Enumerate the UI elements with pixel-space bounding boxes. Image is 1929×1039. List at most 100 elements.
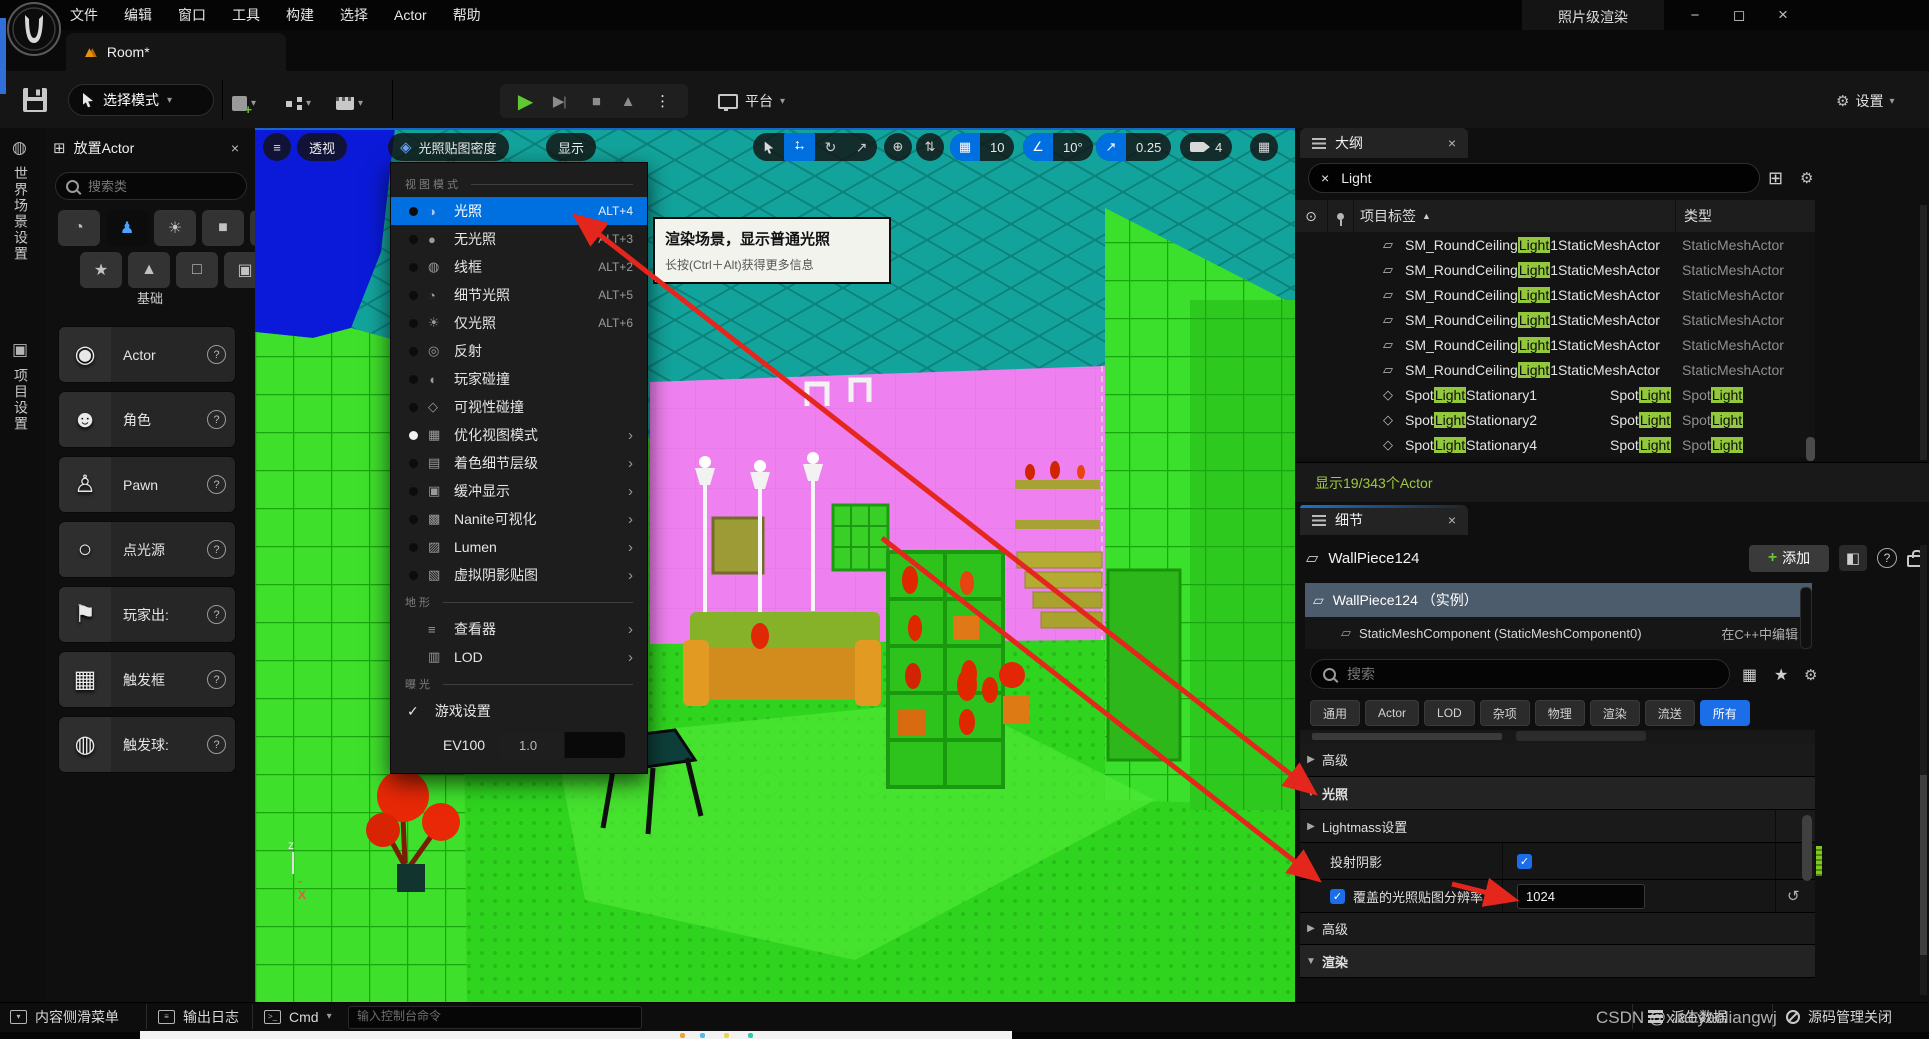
view-mode-menu-item[interactable]: ▩ Nanite可视化 ›: [391, 505, 647, 533]
perspective-dropdown[interactable]: 透视: [297, 133, 347, 161]
place-actor-item[interactable]: ◉ Actor ?: [58, 326, 236, 383]
view-mode-dropdown[interactable]: ◈ 光照贴图密度: [388, 133, 509, 161]
lightmap-resolution-input[interactable]: [1517, 884, 1645, 909]
outliner-row[interactable]: ◇ SpotLightStationary4 SpotLight SpotLig…: [1295, 432, 1815, 457]
viewport-options-menu-button[interactable]: ≡: [263, 133, 291, 161]
place-actor-item[interactable]: ☻ 角色 ?: [58, 391, 236, 448]
view-mode-menu-item[interactable]: ● 无光照 ALT+3: [391, 225, 647, 253]
outliner-row[interactable]: ◇ SpotLightStationary1 SpotLight SpotLig…: [1295, 382, 1815, 407]
place-actor-item[interactable]: ○ 点光源 ?: [58, 521, 236, 578]
outliner-scrollbar-track[interactable]: [1920, 205, 1927, 460]
window-minimize-button[interactable]: −: [1678, 2, 1712, 28]
component-row[interactable]: ▱ StaticMeshComponent (StaticMeshCompone…: [1305, 617, 1812, 649]
project-settings-vertical-tab[interactable]: 项目设置: [11, 368, 31, 432]
details-filter-chip[interactable]: Actor: [1365, 700, 1419, 726]
place-category-button[interactable]: ◔: [58, 210, 100, 246]
new-folder-icon[interactable]: ⊞: [1768, 168, 1783, 189]
place-actor-item[interactable]: ⚑ 玩家出: ?: [58, 586, 236, 643]
project-settings-icon[interactable]: ▣: [12, 340, 28, 360]
details-filter-chip[interactable]: 所有: [1700, 700, 1750, 726]
surface-snapping-button[interactable]: ⇅: [916, 133, 944, 161]
console-command-field[interactable]: [348, 1006, 642, 1029]
details-filter-chip[interactable]: 渲染: [1590, 700, 1640, 726]
help-icon[interactable]: ?: [207, 670, 226, 689]
move-tool-button[interactable]: ↔↔: [784, 133, 815, 161]
component-list-scrollbar[interactable]: [1800, 587, 1812, 649]
help-icon[interactable]: ?: [207, 605, 226, 624]
lighting-section-header[interactable]: ▼ 光照: [1300, 777, 1815, 810]
place-category-button[interactable]: ▲: [128, 252, 170, 288]
view-mode-menu-item[interactable]: ▧ 虚拟阴影贴图 ›: [391, 561, 647, 589]
select-tool-button[interactable]: [753, 133, 784, 161]
scale-tool-button[interactable]: ↗: [846, 133, 877, 161]
unreal-logo-icon[interactable]: [6, 1, 62, 57]
item-label-column-header[interactable]: 项目标签▲: [1354, 206, 1675, 226]
menu-item[interactable]: 编辑: [124, 5, 152, 25]
console-input[interactable]: [349, 1007, 635, 1025]
outliner-settings-gear-icon[interactable]: ⚙: [1800, 169, 1813, 187]
menu-item[interactable]: 工具: [232, 5, 260, 25]
outliner-row[interactable]: ▱ SM_RoundCeilingLight1StaticMeshActor S…: [1295, 232, 1815, 257]
details-settings-gear-icon[interactable]: ⚙: [1804, 666, 1817, 684]
view-mode-menu-item[interactable]: ≡ 查看器 ›: [391, 615, 647, 643]
save-button[interactable]: [20, 86, 50, 114]
window-close-button[interactable]: ×: [1766, 2, 1800, 28]
camera-speed-control[interactable]: 4: [1180, 133, 1232, 161]
game-settings-menu-item[interactable]: ✓ 游戏设置: [391, 697, 647, 725]
details-filter-chip[interactable]: 流送: [1645, 700, 1695, 726]
eject-button[interactable]: ▲: [621, 93, 636, 110]
type-column-header[interactable]: 类型: [1675, 200, 1815, 232]
details-tab[interactable]: 细节 ×: [1300, 505, 1468, 535]
details-scrollbar-track[interactable]: [1920, 545, 1927, 995]
outliner-tab[interactable]: 大纲 ×: [1300, 128, 1468, 158]
view-mode-menu-item[interactable]: ◎ 反射: [391, 337, 647, 365]
photoreal-render-button[interactable]: 照片级渲染: [1522, 0, 1664, 34]
outliner-row[interactable]: ▱ SM_RoundCeilingLight1StaticMeshActor S…: [1295, 257, 1815, 282]
menu-item[interactable]: 文件: [70, 5, 98, 25]
view-mode-menu-item[interactable]: ◖ 玩家碰撞: [391, 365, 647, 393]
display-filter-grid-icon[interactable]: ▦: [1742, 665, 1757, 685]
details-search-field[interactable]: [1310, 659, 1730, 689]
play-button[interactable]: ▶: [518, 89, 533, 114]
cinematics-button[interactable]: ▾: [336, 88, 363, 118]
details-filter-chip[interactable]: 通用: [1310, 700, 1360, 726]
outliner-row[interactable]: ▱ SM_RoundCeilingLight1StaticMeshActor S…: [1295, 282, 1815, 307]
place-search-field[interactable]: [55, 172, 247, 200]
menu-item[interactable]: Actor: [394, 7, 427, 23]
visibility-eye-icon[interactable]: ⊙: [1295, 200, 1328, 232]
viewport-layout-button[interactable]: ▦: [1250, 133, 1278, 161]
place-category-button[interactable]: ☀: [154, 210, 196, 246]
view-mode-menu-item[interactable]: ☀ 仅光照 ALT+6: [391, 309, 647, 337]
stop-button[interactable]: ■: [592, 93, 601, 110]
help-icon[interactable]: ?: [207, 345, 226, 364]
menu-item[interactable]: 构建: [286, 5, 314, 25]
select-mode-dropdown[interactable]: 选择模式 ▾: [68, 84, 214, 116]
close-icon[interactable]: ×: [1448, 512, 1456, 528]
platforms-dropdown[interactable]: 平台▾: [718, 86, 785, 116]
rotation-snap-control[interactable]: ∠ 10°: [1023, 133, 1093, 161]
menu-item[interactable]: 窗口: [178, 5, 206, 25]
outliner-search-field[interactable]: ×: [1308, 163, 1760, 193]
search-input[interactable]: [86, 178, 210, 195]
checkbox-checked[interactable]: ✓: [1517, 854, 1532, 869]
play-options-kebab-icon[interactable]: ⋮: [655, 92, 670, 110]
blueprints-button[interactable]: ▾: [286, 88, 311, 118]
add-actor-button[interactable]: ▾: [232, 88, 256, 118]
rendering-section-header[interactable]: ▼ 渲染: [1300, 945, 1815, 978]
place-actor-item[interactable]: ♙ Pawn ?: [58, 456, 236, 513]
view-mode-menu-item[interactable]: ▣ 缓冲显示 ›: [391, 477, 647, 505]
checkbox-checked[interactable]: ✓: [1330, 889, 1345, 904]
details-filter-chip[interactable]: 杂项: [1480, 700, 1530, 726]
place-category-button[interactable]: ♟: [106, 210, 148, 246]
view-mode-menu-item[interactable]: ▦ 优化视图模式 ›: [391, 421, 647, 449]
help-icon[interactable]: ?: [207, 735, 226, 754]
world-settings-vertical-tab[interactable]: 世界场景设置: [11, 166, 31, 262]
view-mode-menu-item[interactable]: ▨ Lumen ›: [391, 533, 647, 561]
reset-to-default-icon[interactable]: ↺: [1787, 887, 1800, 905]
help-icon[interactable]: ?: [207, 475, 226, 494]
view-mode-menu-item[interactable]: ◇ 可视性碰撞: [391, 393, 647, 421]
view-mode-menu-item[interactable]: ◔ 细节光照 ALT+5: [391, 281, 647, 309]
outliner-scrollbar[interactable]: [1806, 437, 1815, 461]
frame-skip-button[interactable]: ▶▏: [553, 92, 572, 110]
close-icon[interactable]: ×: [1448, 135, 1456, 151]
